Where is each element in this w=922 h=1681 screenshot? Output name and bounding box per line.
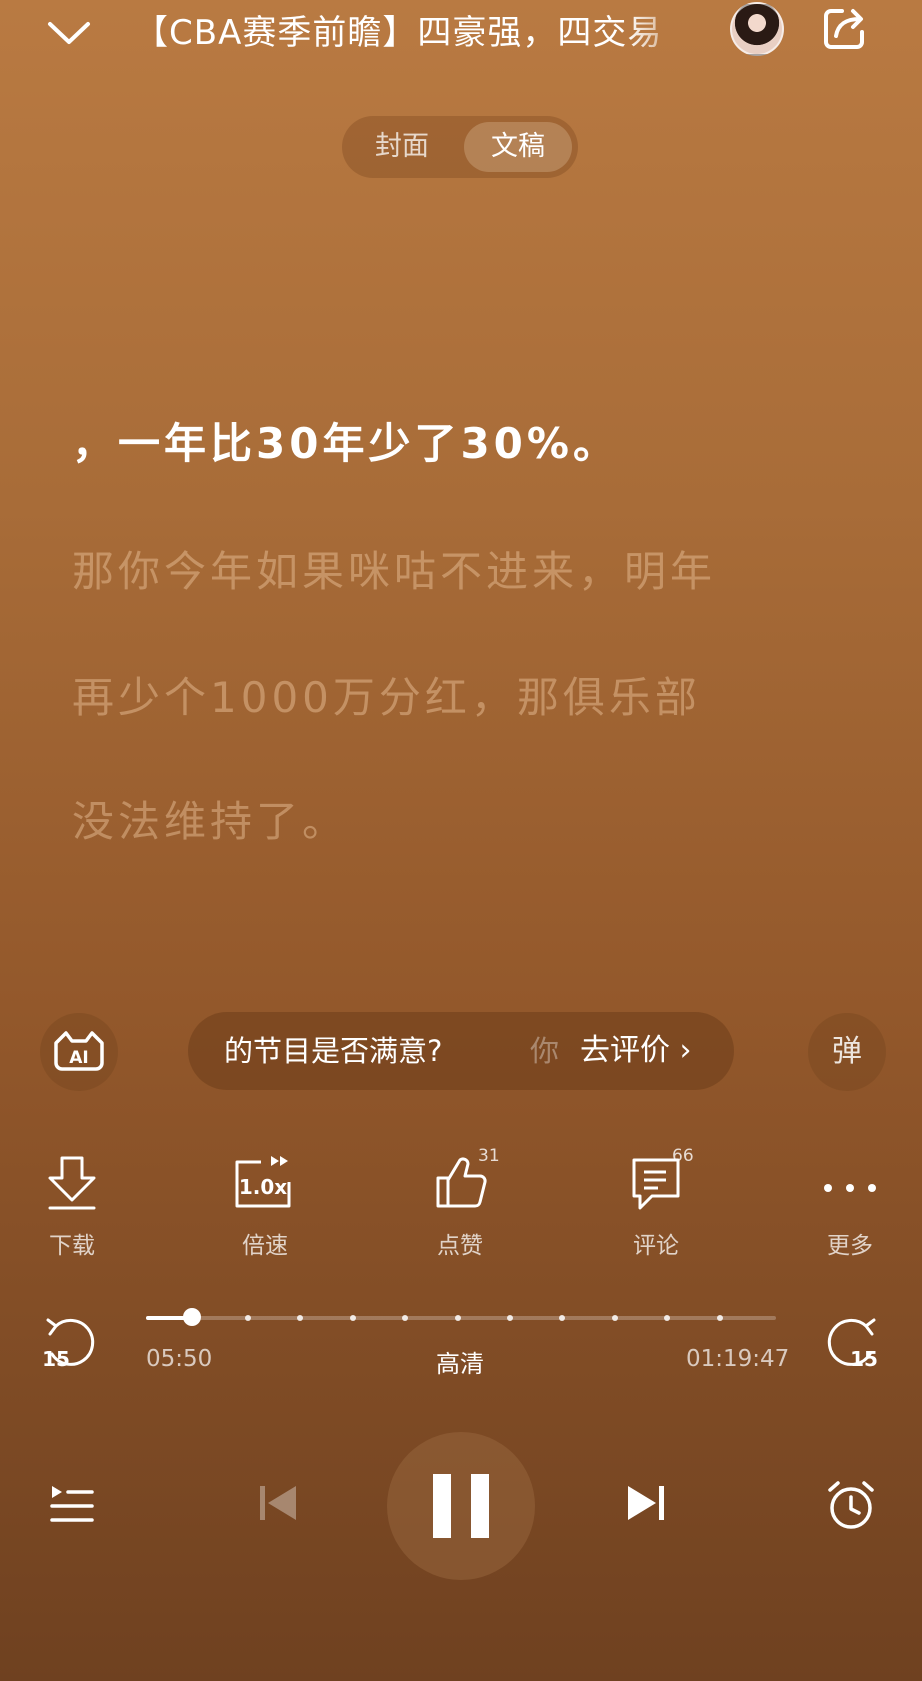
skip-back-button[interactable]: 15 [42, 1316, 100, 1374]
rating-prompt-text: 的节目是否满意? [224, 1034, 443, 1068]
chapter-marker [402, 1315, 409, 1321]
tab-cover[interactable]: 封面 [348, 122, 456, 172]
rewind-15-icon: 15 [42, 1318, 95, 1371]
svg-text:AI: AI [69, 1048, 88, 1068]
more-button[interactable]: 更多 [790, 1152, 910, 1272]
alarm-clock-icon [828, 1481, 874, 1529]
pause-icon [433, 1474, 489, 1538]
danmu-toggle-button[interactable]: 弹 [808, 1013, 886, 1091]
chapter-marker [664, 1315, 671, 1321]
comment-count: 66 [672, 1146, 694, 1166]
comment-button[interactable]: 66 评论 [596, 1146, 716, 1272]
top-bar: 【CBA赛季前瞻】四豪强，四交易 [0, 0, 922, 70]
skip-previous-icon [260, 1486, 296, 1520]
forward-15-icon: 15 [827, 1318, 878, 1371]
next-button[interactable] [622, 1480, 668, 1526]
chapter-marker [559, 1315, 566, 1321]
chevron-down-icon [48, 22, 90, 44]
chapter-marker [245, 1315, 251, 1321]
transcript-line[interactable]: 那你今年如果咪咕不进来，明年 [72, 538, 716, 599]
skip-back-seconds: 15 [42, 1347, 70, 1371]
download-button[interactable]: 下载 [12, 1152, 132, 1272]
playlist-button[interactable] [48, 1480, 96, 1528]
like-count: 31 [478, 1146, 500, 1166]
comment-label: 评论 [633, 1233, 679, 1259]
rate-button[interactable]: 去评价 › [580, 1012, 692, 1090]
rating-prompt-ghost-text: 你 [530, 1034, 560, 1068]
share-icon [824, 9, 864, 49]
playlist-icon [50, 1486, 94, 1522]
collapse-button[interactable] [44, 8, 94, 58]
skip-forward-seconds: 15 [850, 1347, 878, 1371]
download-icon [48, 1156, 96, 1210]
speed-button[interactable]: 1.0x 倍速 [205, 1152, 325, 1272]
chapter-marker [716, 1315, 723, 1321]
chapter-marker [611, 1315, 618, 1321]
quality-selector[interactable]: 高清 [436, 1344, 484, 1379]
speed-label: 倍速 [242, 1233, 288, 1259]
rating-prompt[interactable]: 的节目是否满意? 你 去评价 › [188, 1012, 734, 1090]
speed-icon: 1.0x [235, 1156, 291, 1208]
progress-track[interactable] [146, 1316, 776, 1320]
episode-title: 【CBA赛季前瞻】四豪强，四交易 [134, 13, 663, 53]
like-label: 点赞 [437, 1233, 483, 1259]
total-time: 01:19:47 [686, 1346, 790, 1372]
progress-handle[interactable] [182, 1308, 201, 1326]
tab-transcript[interactable]: 文稿 [464, 122, 572, 172]
transcript-active-line[interactable]: ，一年比30年少了30%。 [72, 410, 619, 471]
pause-button[interactable] [387, 1432, 535, 1580]
chapter-marker [507, 1315, 513, 1321]
current-time: 05:50 [146, 1346, 213, 1372]
skip-next-icon [628, 1486, 664, 1520]
chapter-marker [297, 1315, 304, 1321]
sleep-timer-button[interactable] [824, 1478, 878, 1532]
more-icon [824, 1184, 876, 1192]
more-label: 更多 [827, 1233, 873, 1259]
ai-cat-icon: AI [54, 1031, 104, 1071]
transcript-line[interactable]: 再少个1000万分红，那俱乐部 [72, 664, 701, 725]
chapter-marker [349, 1315, 356, 1321]
host-avatar[interactable] [730, 2, 784, 56]
chapter-marker [454, 1315, 461, 1321]
view-toggle: 封面 文稿 [342, 116, 578, 178]
like-button[interactable]: 31 点赞 [400, 1146, 520, 1272]
speed-value: 1.0x [239, 1175, 287, 1199]
download-label: 下载 [49, 1233, 95, 1259]
previous-button[interactable] [256, 1480, 302, 1526]
transcript-line[interactable]: 没法维持了。 [72, 788, 348, 849]
share-button[interactable] [822, 6, 868, 52]
ai-assistant-button[interactable]: AI [40, 1013, 118, 1091]
skip-forward-button[interactable]: 15 [822, 1316, 880, 1374]
